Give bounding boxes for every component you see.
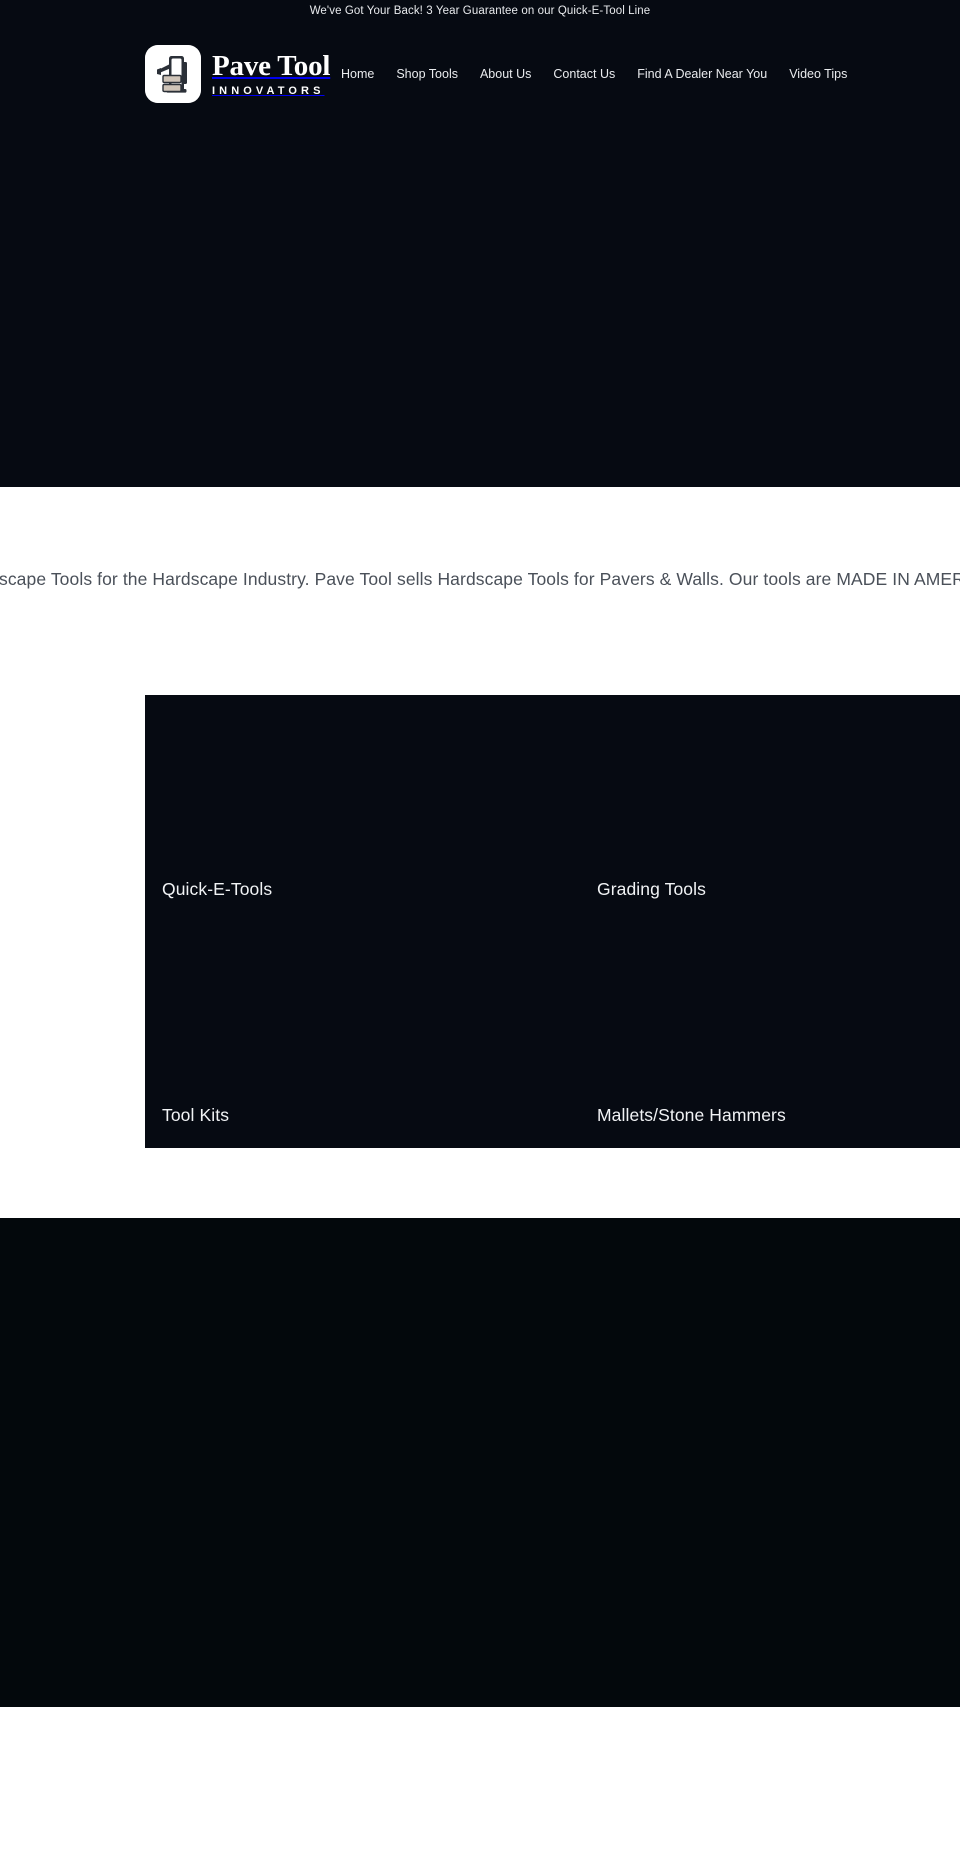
promo-banner-text: We've Got Your Back! 3 Year Guarantee on… [309, 5, 651, 18]
category-tile-label: Tool Kits [162, 1105, 230, 1125]
category-tile-label: Mallets/Stone Hammers [597, 1105, 786, 1125]
site-header: Pave Tool INNOVATORS Home Shop Tools Abo… [0, 34, 960, 114]
header-hero-region: We've Got Your Back! 3 Year Guarantee on… [0, 0, 960, 487]
category-tile-quick-e-tools[interactable]: Quick-E-Tools [145, 695, 580, 922]
nav-item-home[interactable]: Home [330, 62, 385, 87]
page-root: We've Got Your Back! 3 Year Guarantee on… [0, 0, 960, 1875]
brand-logo-link[interactable]: Pave Tool INNOVATORS [145, 45, 330, 103]
paver-tamper-tool-icon [145, 45, 201, 103]
nav-item-about-us[interactable]: About Us [469, 62, 542, 87]
brand-tagline: INNOVATORS [212, 84, 325, 97]
category-tile-label: Grading Tools [597, 878, 706, 899]
category-tile-label: Quick-E-Tools [162, 878, 273, 899]
footer-region [0, 1707, 960, 1875]
intro-section: Hardscape Tools for the Hardscape Indust… [0, 487, 960, 695]
category-tile-tool-kits[interactable]: Tool Kits [145, 921, 580, 1148]
nav-item-contact-us[interactable]: Contact Us [542, 62, 626, 87]
lower-media-section [0, 1218, 960, 1707]
brand-wordmark: Pave Tool INNOVATORS [212, 49, 331, 97]
nav-item-video-tips[interactable]: Video Tips [778, 62, 858, 87]
category-grid: Quick-E-Tools Grading Tools Wall Install… [145, 695, 960, 1148]
intro-paragraph: Hardscape Tools for the Hardscape Indust… [0, 569, 960, 589]
hero-banner [0, 114, 960, 487]
category-tile-mallets-stone-hammers[interactable]: Mallets/Stone Hammers [580, 921, 960, 1148]
nav-item-find-a-dealer[interactable]: Find A Dealer Near You [626, 62, 778, 87]
primary-navigation: Home Shop Tools About Us Contact Us Find… [330, 34, 858, 114]
brand-name: Pave Tool [212, 49, 331, 82]
nav-item-shop-tools[interactable]: Shop Tools [385, 62, 469, 87]
category-tile-grading-tools[interactable]: Grading Tools [580, 695, 960, 922]
promo-banner: We've Got Your Back! 3 Year Guarantee on… [0, 0, 960, 24]
